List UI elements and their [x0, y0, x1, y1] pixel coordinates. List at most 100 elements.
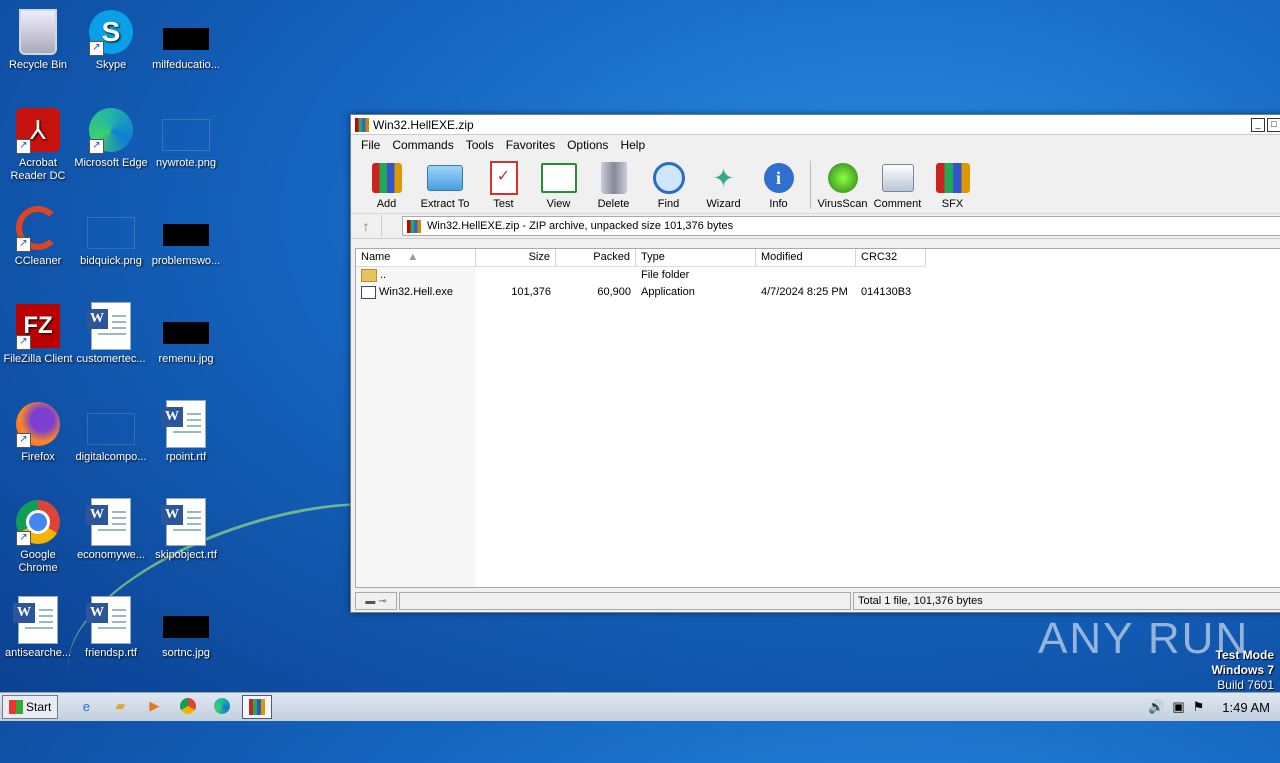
info-button[interactable]: i Info [751, 155, 806, 210]
image-thumbnail [163, 224, 209, 246]
word-doc-icon: W [86, 596, 131, 644]
add-archive-icon [369, 160, 405, 196]
chrome-taskbar-icon[interactable] [174, 695, 202, 717]
minimize-button[interactable]: _ [1251, 118, 1265, 132]
desktop-icon-nywrote[interactable]: nywrote.png [148, 106, 224, 170]
desktop-icon-milfeducatio[interactable]: milfeducatio... [148, 8, 224, 72]
file-list[interactable]: Name ▲ Size Packed Type Modified CRC32 .… [355, 248, 1280, 588]
start-button[interactable]: Start [2, 695, 59, 719]
toolbar-separator [810, 161, 811, 209]
desktop-icon-skype[interactable]: S ↗ Skype [73, 8, 149, 72]
desktop-icon-chrome[interactable]: ↗ Google Chrome [0, 498, 76, 575]
word-doc-icon: W [161, 400, 206, 448]
comment-button[interactable]: Comment [870, 155, 925, 210]
find-button[interactable]: Find [641, 155, 696, 210]
extract-to-button[interactable]: Extract To [414, 155, 476, 210]
desktop-icon-sortnc[interactable]: sortnc.jpg [148, 596, 224, 660]
image-file-icon [87, 217, 135, 249]
sfx-button[interactable]: SFX [925, 155, 980, 210]
desktop-icon-recycle-bin[interactable]: Recycle Bin [0, 8, 76, 72]
desktop-icon-economywe[interactable]: W economywe... [73, 498, 149, 562]
network-icon[interactable]: ▣ [1172, 699, 1184, 715]
maximize-button[interactable]: □ [1267, 118, 1280, 132]
delete-button[interactable]: Delete [586, 155, 641, 210]
window-title: Win32.HellEXE.zip [373, 117, 474, 132]
image-thumbnail [163, 28, 209, 50]
archive-path-field[interactable]: Win32.HellEXE.zip - ZIP archive, unpacke… [402, 216, 1280, 236]
desktop-icon-bidquick[interactable]: bidquick.png [73, 204, 149, 268]
word-doc-icon: W [86, 302, 131, 350]
desktop-icon-skipobject[interactable]: W skipobject.rtf [148, 498, 224, 562]
desktop-icon-edge[interactable]: ↗ Microsoft Edge [73, 106, 149, 170]
menu-options[interactable]: Options [561, 138, 614, 152]
image-file-icon [162, 119, 210, 151]
edge-taskbar-icon[interactable] [208, 695, 236, 717]
table-row[interactable]: Win32.Hell.exe 101,376 60,900 Applicatio… [356, 284, 926, 301]
address-bar: ↑ Win32.HellEXE.zip - ZIP archive, unpac… [351, 214, 1280, 239]
column-packed[interactable]: Packed [556, 249, 636, 266]
application-icon [361, 285, 376, 299]
status-bar: ▬ ⊸ Total 1 file, 101,376 bytes [355, 592, 1280, 610]
virusscan-button[interactable]: VirusScan [815, 155, 870, 210]
trash-icon [596, 160, 632, 196]
column-crc32[interactable]: CRC32 [856, 249, 926, 266]
add-button[interactable]: Add [359, 155, 414, 210]
desktop-icon-problemswo[interactable]: problemswo... [148, 204, 224, 268]
action-center-flag-icon[interactable]: ⚑ [1193, 699, 1205, 715]
magnifier-icon [651, 160, 687, 196]
desktop-icon-acrobat[interactable]: ⅄ ↗ Acrobat Reader DC [0, 106, 76, 183]
menu-help[interactable]: Help [614, 138, 651, 152]
folder-icon [427, 160, 463, 196]
menu-commands[interactable]: Commands [386, 138, 459, 152]
test-button[interactable]: ✓ Test [476, 155, 531, 210]
sfx-icon [935, 160, 971, 196]
window-titlebar[interactable]: Win32.HellEXE.zip _ □ [351, 115, 1280, 135]
image-thumbnail [163, 322, 209, 344]
menu-file[interactable]: File [355, 138, 386, 152]
volume-icon[interactable]: 🔊 [1148, 699, 1164, 715]
taskbar: Start e ▰ ▶ 🔊 ▣ ⚑ 1:49 AM [0, 692, 1280, 721]
desktop-icon-firefox[interactable]: ↗ Firefox [0, 400, 76, 464]
media-player-icon[interactable]: ▶ [140, 695, 168, 717]
desktop-icon-filezilla[interactable]: FZ ↗ FileZilla Client [0, 302, 76, 366]
up-arrow-icon[interactable]: ↑ [351, 215, 382, 237]
menu-favorites[interactable]: Favorites [500, 138, 561, 152]
table-row[interactable]: .. File folder [356, 267, 926, 284]
desktop-icon-antisearche[interactable]: W antisearche... [0, 596, 76, 660]
column-modified[interactable]: Modified [756, 249, 856, 266]
virus-scan-icon [825, 160, 861, 196]
column-name[interactable]: Name ▲ [356, 249, 476, 266]
desktop-icon-ccleaner[interactable]: ↗ CCleaner [0, 204, 76, 268]
system-tray: 🔊 ▣ ⚑ 1:49 AM [1148, 699, 1280, 715]
internet-explorer-icon[interactable]: e [72, 695, 100, 717]
menu-tools[interactable]: Tools [460, 138, 500, 152]
test-mode-notice: Test Mode Windows 7 Build 7601 [1211, 648, 1274, 692]
magic-wand-icon: ✦ [712, 162, 735, 193]
desktop-icon-customertec[interactable]: W customertec... [73, 302, 149, 366]
comment-icon [880, 160, 916, 196]
info-icon: i [761, 160, 797, 196]
wizard-button[interactable]: ✦ Wizard [696, 155, 751, 211]
desktop-icon-digitalcompo[interactable]: digitalcompo... [73, 400, 149, 464]
desktop-icon-rpoint[interactable]: W rpoint.rtf [148, 400, 224, 464]
status-text: Total 1 file, 101,376 bytes [853, 592, 1280, 610]
toolbar: Add Extract To ✓ Test View Delete Find ✦… [351, 155, 1280, 214]
recycle-bin-icon [19, 9, 57, 55]
view-button[interactable]: View [531, 155, 586, 210]
winrar-window: Win32.HellEXE.zip _ □ File Commands Tool… [350, 114, 1280, 613]
file-explorer-icon[interactable]: ▰ [106, 695, 134, 717]
drive-key-icon[interactable]: ▬ ⊸ [355, 592, 397, 610]
archive-icon [407, 219, 421, 233]
word-doc-icon: W [13, 596, 58, 644]
clock[interactable]: 1:49 AM [1222, 700, 1270, 715]
desktop-icon-remenu[interactable]: remenu.jpg [148, 302, 224, 366]
column-size[interactable]: Size [476, 249, 556, 266]
winrar-taskbar-icon[interactable] [242, 695, 273, 719]
windows-logo-icon [9, 700, 23, 714]
desktop-icon-friendsp[interactable]: W friendsp.rtf [73, 596, 149, 660]
desktop: Recycle Bin ⅄ ↗ Acrobat Reader DC ↗ CClea… [0, 0, 1280, 763]
column-type[interactable]: Type [636, 249, 756, 266]
menu-bar: File Commands Tools Favorites Options He… [351, 135, 1280, 155]
book-icon [540, 160, 577, 196]
image-file-icon [87, 413, 135, 445]
